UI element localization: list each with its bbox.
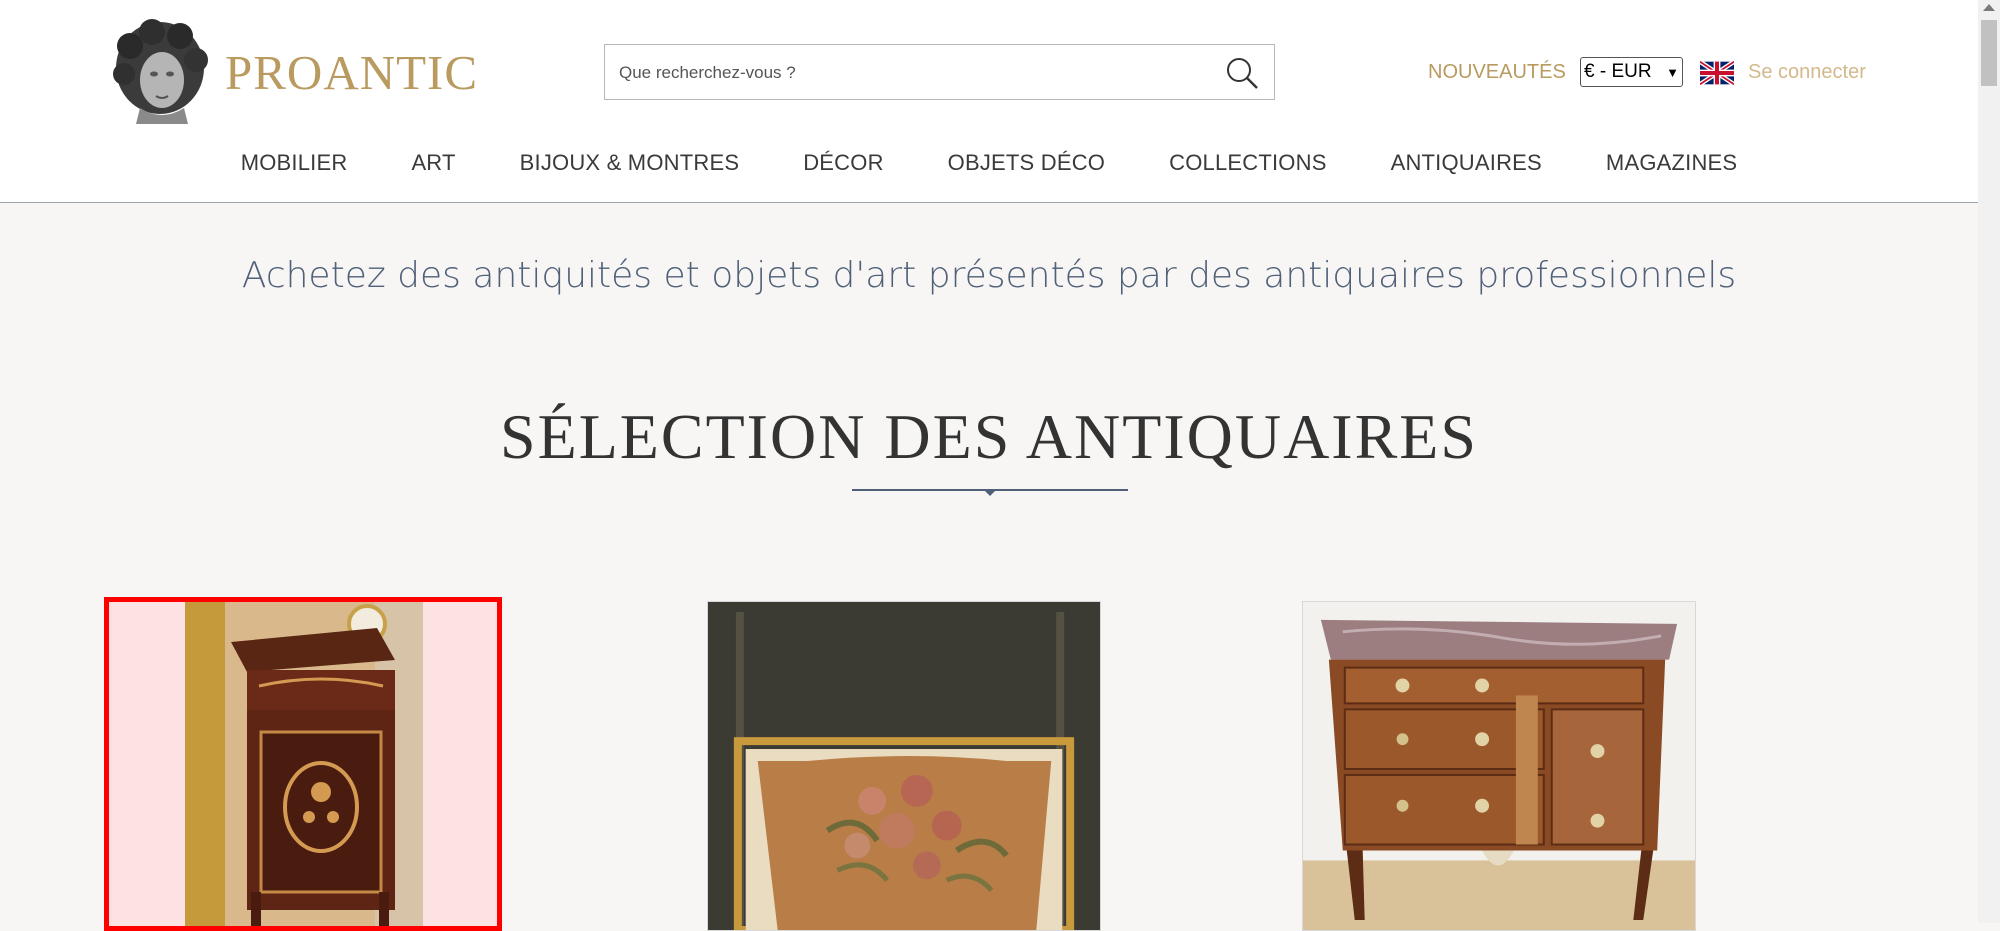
nav-item-collections[interactable]: COLLECTIONS xyxy=(1137,150,1358,180)
chevron-down-icon: ▼ xyxy=(1666,64,1679,80)
nav-item-objets-deco[interactable]: OBJETS DÉCO xyxy=(916,150,1137,180)
product-card-cabinet[interactable] xyxy=(104,597,502,931)
nav-item-art[interactable]: ART xyxy=(379,150,487,180)
nouveautes-link[interactable]: NOUVEAUTÉS xyxy=(1428,61,1566,84)
nav-item-bijoux-montres[interactable]: BIJOUX & MONTRES xyxy=(488,150,772,180)
nav-item-mobilier[interactable]: MOBILIER xyxy=(209,150,380,180)
page-scrollbar[interactable] xyxy=(1978,0,2000,923)
main-nav: MOBILIER ART BIJOUX & MONTRES DÉCOR OBJE… xyxy=(0,150,1978,180)
search-icon[interactable] xyxy=(1224,55,1260,91)
scroll-up-arrow-icon[interactable] xyxy=(1983,4,1995,11)
tapestry-image xyxy=(708,602,1100,930)
currency-select[interactable]: € - EUR ▼ xyxy=(1580,57,1683,87)
search-box xyxy=(604,44,1275,100)
currency-value: € - EUR xyxy=(1584,61,1652,82)
nav-item-antiquaires[interactable]: ANTIQUAIRES xyxy=(1359,150,1574,180)
page-tagline: Achetez des antiquités et objets d'art p… xyxy=(241,255,1737,296)
title-divider-arrow xyxy=(983,489,997,496)
nav-item-decor[interactable]: DÉCOR xyxy=(771,150,915,180)
uk-flag-icon[interactable] xyxy=(1698,59,1736,87)
nav-item-magazines[interactable]: MAGAZINES xyxy=(1574,150,1769,180)
login-link[interactable]: Se connecter xyxy=(1748,61,1866,84)
product-card-tapestry[interactable] xyxy=(707,601,1101,931)
logo-text[interactable]: PROANTIC xyxy=(225,44,478,101)
logo-bust-icon[interactable] xyxy=(108,18,212,124)
scrollbar-thumb[interactable] xyxy=(1981,20,1997,86)
cabinet-image xyxy=(109,602,497,926)
site-header: PROANTIC NOUVEAUTÉS € - EUR ▼ Se connect… xyxy=(0,0,1978,203)
section-title: SÉLECTION DES ANTIQUAIRES xyxy=(500,401,1478,472)
search-input[interactable] xyxy=(617,55,1201,91)
commode-image xyxy=(1303,602,1695,930)
product-card-commode[interactable] xyxy=(1302,601,1696,931)
